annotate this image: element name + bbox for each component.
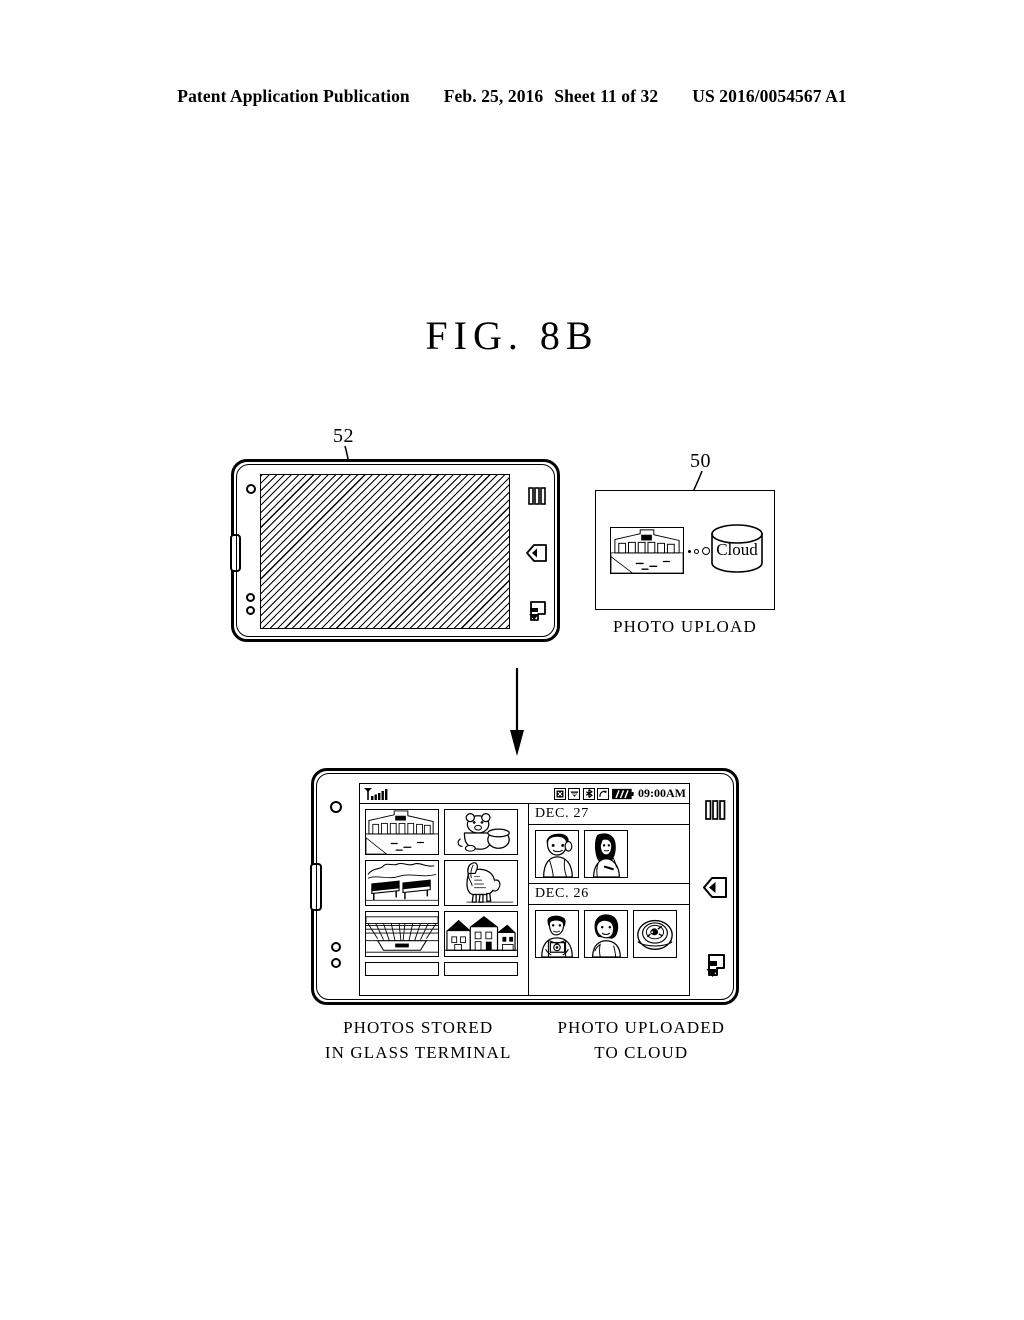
sensor-dot-bottom-icon (246, 606, 255, 615)
transfer-dot-medium (694, 548, 699, 554)
status-bar: 09:00AM (360, 784, 689, 804)
grid-thumbnail-park-bench[interactable] (365, 860, 439, 906)
menu-icon[interactable] (526, 486, 548, 506)
menu-icon-bottom[interactable] (703, 799, 727, 821)
sync-icon (597, 787, 609, 800)
portrait-thumbnail-man-camera[interactable] (535, 910, 579, 958)
date-header-dec-27: DEC. 27 (529, 804, 689, 825)
hatched-screen[interactable] (260, 474, 510, 629)
grid-thumbnail-building[interactable] (365, 809, 439, 855)
signal-bars-icon (364, 787, 388, 800)
photo-upload-panel: Cloud (595, 490, 775, 610)
alarm-icon (553, 787, 566, 800)
reference-numeral-52: 52 (333, 425, 354, 447)
home-icon[interactable] (525, 542, 549, 564)
back-icon[interactable] (526, 600, 548, 622)
upload-transfer-dots (688, 547, 710, 555)
home-icon-bottom[interactable] (702, 875, 729, 900)
cloud-cylinder: Cloud (710, 524, 764, 573)
portrait-thumbnail-woman[interactable] (584, 830, 628, 878)
status-bar-right: 09:00AM (553, 786, 686, 801)
transfer-dot-small (688, 549, 691, 553)
header-date: Feb. 25, 2016 (443, 86, 544, 106)
flow-arrow-down-icon (510, 668, 524, 756)
caption-right-line1: PHOTO UPLOADED (557, 1018, 726, 1037)
header-sheet: Sheet 11 of 32 (554, 86, 659, 106)
status-time: 09:00AM (638, 786, 686, 800)
caption-photos-stored: PHOTOS STORED IN GLASS TERMINAL (325, 1016, 512, 1065)
date-header-dec-26: DEC. 26 (529, 884, 689, 905)
bluetooth-icon (582, 787, 595, 800)
nav-icon-column-bottom (699, 799, 731, 979)
sensor-dot-top-icon (246, 593, 255, 602)
grid-thumbnail-houses[interactable] (444, 911, 518, 957)
stored-photos-grid[interactable] (360, 804, 529, 995)
page-header: Patent Application Publication Feb. 25, … (0, 86, 1024, 107)
camera-dot-icon (246, 484, 256, 494)
photo-upload-caption: PHOTO UPLOAD (613, 617, 757, 636)
grid-thumbnail-partial-left[interactable] (365, 962, 439, 976)
status-bar-left (363, 787, 389, 801)
volume-button[interactable] (230, 534, 241, 572)
glass-terminal-device-top[interactable] (230, 459, 560, 642)
portrait-thumbnail-woman-hat[interactable] (584, 910, 628, 958)
grid-thumbnail-horse[interactable] (444, 860, 518, 906)
grid-thumbnail-partial-right[interactable] (444, 962, 518, 976)
upload-source-photo (610, 527, 684, 574)
caption-right-line2: TO CLOUD (594, 1042, 689, 1062)
portrait-thumbnail-food-plate[interactable] (633, 910, 677, 958)
grid-thumbnail-teddy-bear[interactable] (444, 809, 518, 855)
back-icon-bottom[interactable] (703, 953, 728, 979)
figure-captions: PHOTOS STORED IN GLASS TERMINAL PHOTO UP… (311, 1016, 739, 1065)
caption-photo-uploaded: PHOTO UPLOADED TO CLOUD (557, 1016, 725, 1065)
uploaded-photos-pane[interactable]: DEC. 27 DEC. 26 (529, 804, 689, 995)
glass-terminal-device-bottom[interactable]: 09:00AM DEC. 27 DEC. 26 (310, 768, 739, 1005)
grid-thumbnail-stadium[interactable] (365, 911, 439, 957)
gallery-screen[interactable]: 09:00AM DEC. 27 DEC. 26 (359, 783, 690, 996)
battery-icon (611, 788, 634, 799)
portrait-thumbnail-person-cap[interactable] (535, 830, 579, 878)
nav-icon-column-top (522, 486, 552, 622)
caption-left-line1: PHOTOS STORED (343, 1018, 494, 1037)
header-publication: Patent Application Publication (177, 86, 410, 106)
date-row-dec-27[interactable] (529, 825, 689, 884)
gallery-body: DEC. 27 DEC. 26 (360, 804, 689, 995)
date-row-dec-26[interactable] (529, 905, 689, 963)
cloud-label-text: Cloud (716, 540, 758, 559)
header-document-number: US 2016/0054567 A1 (692, 86, 847, 106)
camera-dot-icon-bottom (330, 801, 342, 813)
sensor-dot-bottom-icon-bottom (331, 958, 341, 968)
sensor-dot-top-icon-bottom (331, 942, 341, 952)
caption-left-line2: IN GLASS TERMINAL (324, 1042, 512, 1062)
wifi-icon (568, 787, 580, 800)
reference-numeral-50: 50 (690, 450, 711, 472)
figure-title: FIG. 8B (425, 313, 599, 358)
transfer-dot-large (702, 547, 710, 555)
volume-button-bottom[interactable] (310, 863, 322, 911)
